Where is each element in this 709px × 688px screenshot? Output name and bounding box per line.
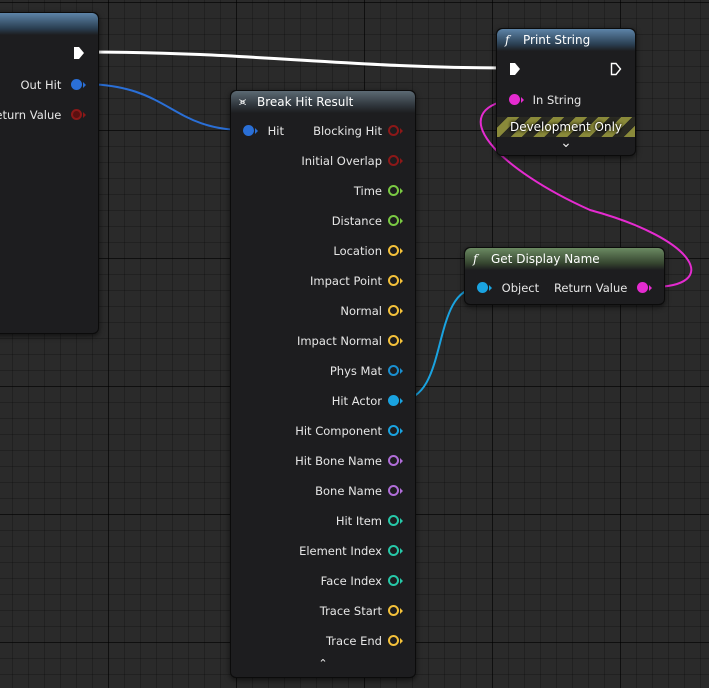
exec-out-pin[interactable] xyxy=(73,46,85,60)
output-pin-dot[interactable] xyxy=(388,215,399,226)
output-pin-label: Impact Normal xyxy=(296,334,382,348)
output-pin-dot[interactable] xyxy=(388,305,399,316)
output-pin-label: Hit Item xyxy=(335,514,382,528)
output-pin-impact-normal[interactable]: Impact Normal xyxy=(297,333,403,349)
object-input-pin-dot[interactable] xyxy=(477,282,488,293)
exec-wire[interactable] xyxy=(85,50,508,70)
return-value-pin[interactable]: Return Value xyxy=(0,107,86,123)
get-display-name-header[interactable]: f Get Display Name xyxy=(465,248,664,270)
output-pin-dot[interactable] xyxy=(388,365,399,376)
output-pin-time[interactable]: Time xyxy=(354,183,403,199)
output-pin-blocking-hit[interactable]: Blocking Hit xyxy=(313,123,403,139)
output-pin-dot[interactable] xyxy=(388,545,399,556)
output-pin-initial-overlap[interactable]: Initial Overlap xyxy=(301,153,403,169)
out-hit-pin-dot[interactable] xyxy=(71,79,82,90)
output-pin-dot[interactable] xyxy=(388,635,399,646)
output-pin-trace-end[interactable]: Trace End xyxy=(326,633,403,649)
output-pin-dot[interactable] xyxy=(388,575,399,586)
function-icon: f xyxy=(505,33,510,47)
collapse-chevron[interactable]: ⌃ xyxy=(231,657,415,670)
in-string-label: In String xyxy=(532,93,582,107)
out-hit-label: Out Hit xyxy=(20,78,62,92)
object-input-label: Object xyxy=(501,281,540,295)
return-value-pin-dot[interactable] xyxy=(71,109,82,120)
output-pin-label: Time xyxy=(353,184,382,198)
return-value-output-pin[interactable]: Return Value xyxy=(554,280,652,296)
break-hit-result-node[interactable]: ⪤ Break Hit Result Hit Blocking Hit Initi… xyxy=(230,90,416,678)
output-pin-dot[interactable] xyxy=(388,425,399,436)
output-pin-label: Impact Point xyxy=(310,274,382,288)
output-pin-bone-name[interactable]: Bone Name xyxy=(315,483,403,499)
hit-input-pin[interactable]: Hit xyxy=(243,123,284,139)
output-pin-label: Hit Actor xyxy=(331,394,382,408)
output-pin-label: Trace Start xyxy=(319,604,382,618)
line-trace-node[interactable]: Out Hit Return Value xyxy=(0,12,99,334)
output-pin-impact-point[interactable]: Impact Point xyxy=(310,273,403,289)
output-pin-element-index[interactable]: Element Index xyxy=(299,543,403,559)
output-pin-label: Phys Mat xyxy=(329,364,382,378)
get-display-name-title: Get Display Name xyxy=(491,252,600,266)
output-pin-dot[interactable] xyxy=(388,515,399,526)
output-pin-location[interactable]: Location xyxy=(333,243,403,259)
output-pin-label: Element Index xyxy=(299,544,382,558)
output-pin-label: Location xyxy=(333,244,382,258)
return-value-output-label: Return Value xyxy=(553,281,628,295)
output-pin-dot[interactable] xyxy=(388,455,399,466)
break-hit-result-header[interactable]: ⪤ Break Hit Result xyxy=(231,91,415,113)
output-pin-dot[interactable] xyxy=(388,125,399,136)
output-pin-dot[interactable] xyxy=(388,245,399,256)
output-pin-label: Initial Overlap xyxy=(301,154,382,168)
output-pin-dot[interactable] xyxy=(388,485,399,496)
output-pin-label: Face Index xyxy=(320,574,382,588)
output-pin-label: Hit Component xyxy=(295,424,382,438)
line-trace-node-header[interactable] xyxy=(0,13,98,35)
get-display-name-node[interactable]: f Get Display Name Object Return Value xyxy=(464,247,665,305)
output-pin-dot[interactable] xyxy=(388,335,399,346)
output-pin-label: Trace End xyxy=(325,634,382,648)
break-hit-result-title: Break Hit Result xyxy=(257,95,354,109)
return-value-label: Return Value xyxy=(0,108,62,122)
output-pin-normal[interactable]: Normal xyxy=(340,303,403,319)
exec-in-pin[interactable] xyxy=(509,62,521,76)
exec-then-pin[interactable] xyxy=(610,62,622,76)
output-pin-label: Blocking Hit xyxy=(313,124,382,138)
hit-input-pin-dot[interactable] xyxy=(243,125,254,136)
object-input-pin[interactable]: Object xyxy=(477,280,539,296)
output-pin-hit-bone-name[interactable]: Hit Bone Name xyxy=(295,453,403,469)
output-pin-dot[interactable] xyxy=(388,275,399,286)
output-pin-face-index[interactable]: Face Index xyxy=(321,573,403,589)
output-pin-trace-start[interactable]: Trace Start xyxy=(320,603,403,619)
in-string-pin[interactable]: In String xyxy=(509,92,581,108)
output-pin-distance[interactable]: Distance xyxy=(332,213,403,229)
output-pin-phys-mat[interactable]: Phys Mat xyxy=(330,363,403,379)
in-string-pin-dot[interactable] xyxy=(509,94,520,105)
output-pin-hit-actor[interactable]: Hit Actor xyxy=(332,393,403,409)
output-pin-label: Hit Bone Name xyxy=(295,454,382,468)
break-struct-icon: ⪤ xyxy=(239,95,247,108)
output-pin-hit-component[interactable]: Hit Component xyxy=(295,423,403,439)
development-only-banner: Development Only xyxy=(497,117,635,137)
output-pin-label: Normal xyxy=(340,304,382,318)
expand-chevron[interactable]: ⌄ xyxy=(497,135,635,151)
return-value-output-pin-dot[interactable] xyxy=(637,282,648,293)
output-pin-dot[interactable] xyxy=(388,605,399,616)
output-pin-dot[interactable] xyxy=(388,395,399,406)
development-only-label: Development Only xyxy=(509,120,623,134)
output-pin-dot[interactable] xyxy=(388,185,399,196)
output-pin-dot[interactable] xyxy=(388,155,399,166)
hit-input-label: Hit xyxy=(267,124,285,138)
out-hit-pin[interactable]: Out Hit xyxy=(20,77,86,93)
print-string-node[interactable]: f Print String In String Development Onl… xyxy=(496,28,636,156)
print-string-title: Print String xyxy=(523,33,591,47)
output-pin-label: Bone Name xyxy=(315,484,382,498)
output-pin-hit-item[interactable]: Hit Item xyxy=(336,513,403,529)
function-icon: f xyxy=(473,252,478,266)
print-string-header[interactable]: f Print String xyxy=(497,29,635,51)
hit-struct-wire[interactable] xyxy=(81,83,245,131)
output-pin-label: Distance xyxy=(331,214,382,228)
